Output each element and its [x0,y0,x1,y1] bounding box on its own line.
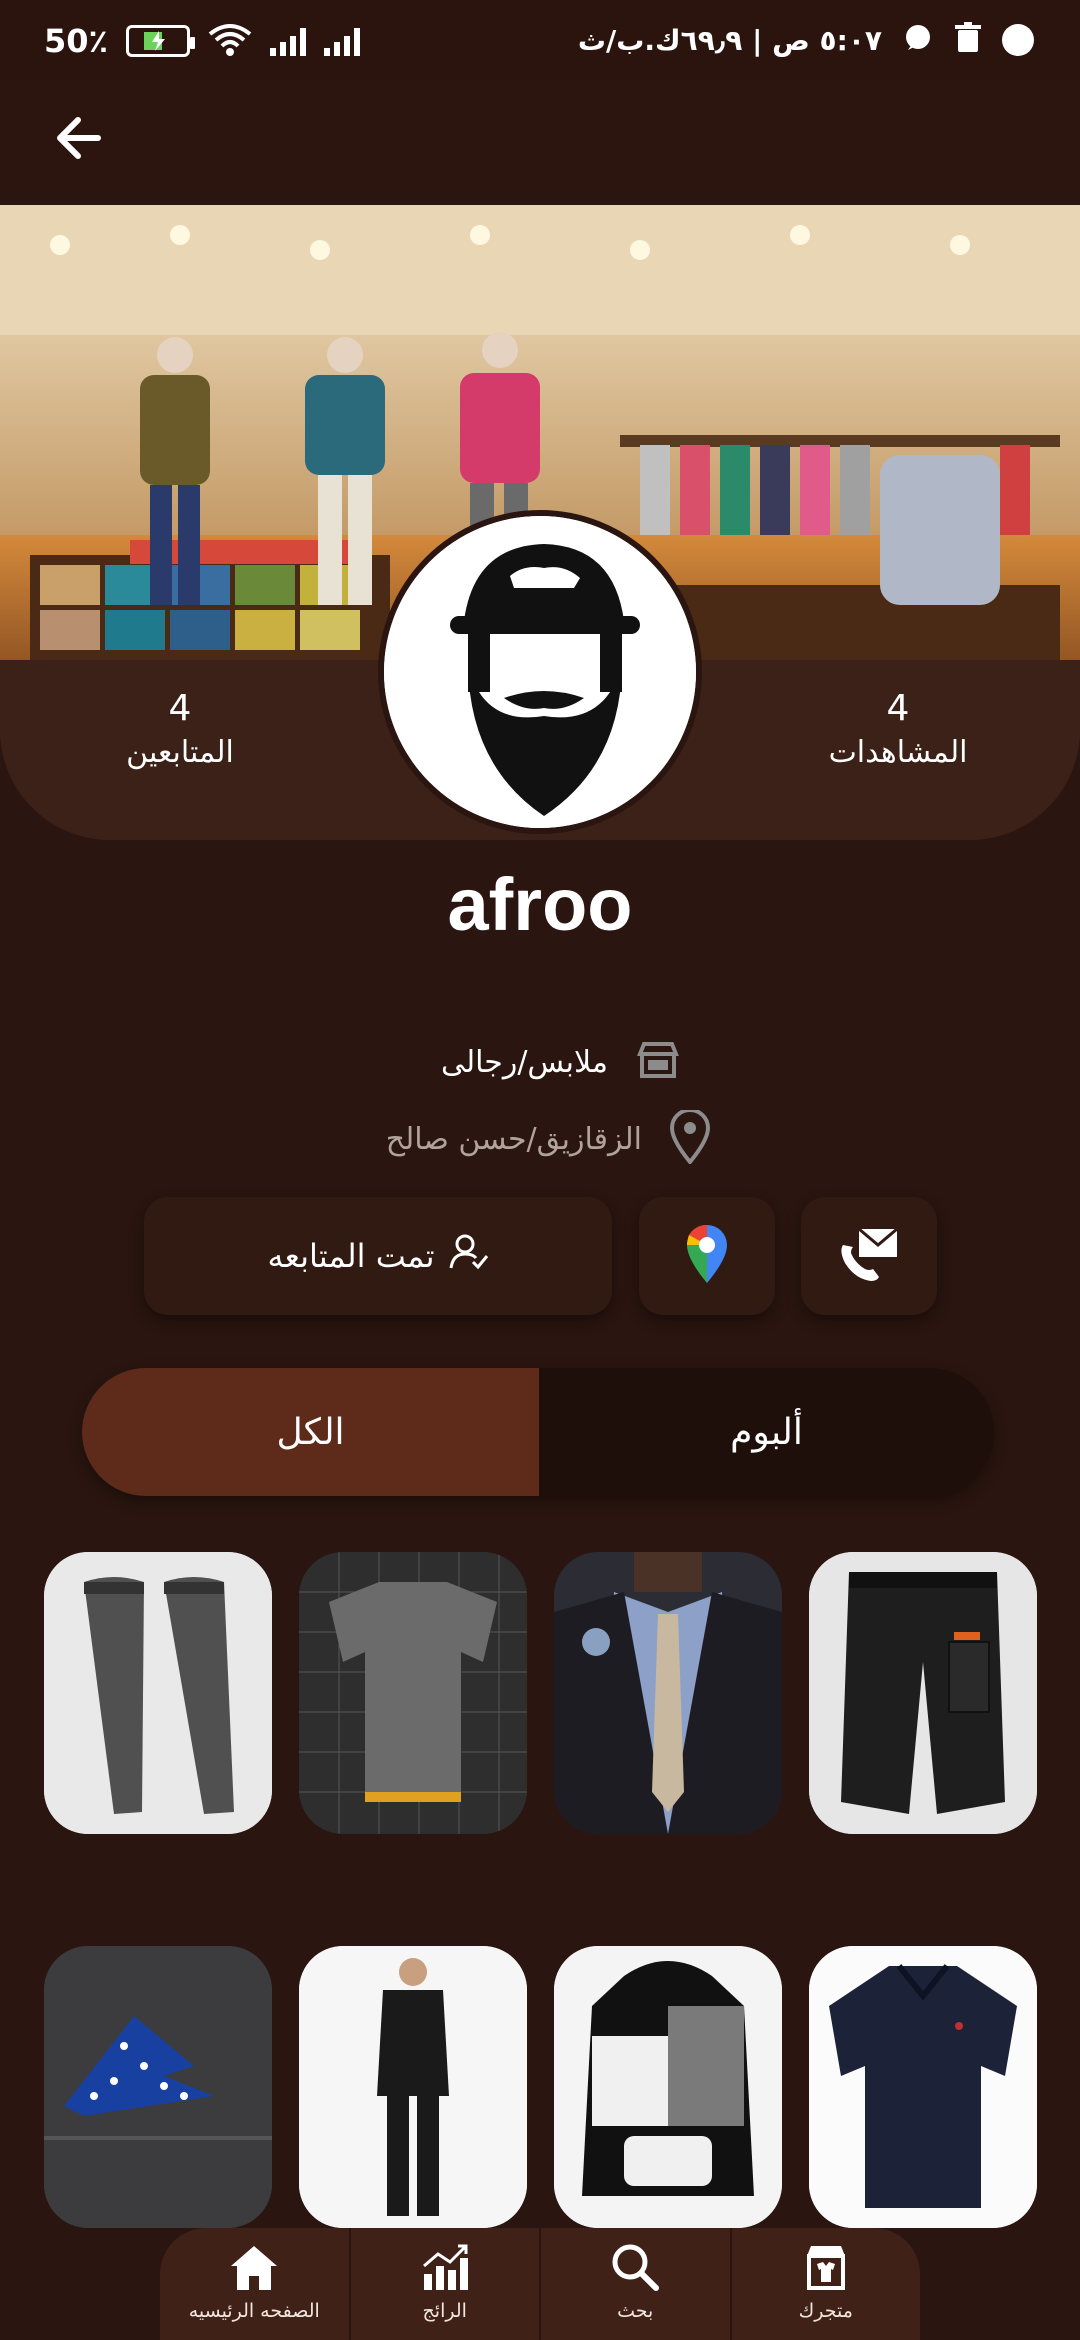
follow-button-label: تمت المتابعه [267,1237,435,1275]
followers-count: 4 [168,688,192,729]
store-icon [636,1040,680,1084]
home-icon [227,2242,281,2296]
store-name: afroo [447,863,633,946]
phone-mail-icon [837,1225,901,1287]
nav-search-label: بحث [617,2300,654,2322]
status-bar: 50٪ ٥:٠٧ ص | ٦٩٫٩ك.ب/ث [0,0,1080,80]
followers-label: المتابعين [126,735,234,770]
app-bar [0,80,1080,190]
nav-home-label: الصفحه الرئيسيه [188,2300,320,2322]
product-thumb-blue-pocket-square[interactable] [44,1946,272,2228]
signal-icon-2 [324,26,361,56]
product-thumb-grey-track-pants[interactable] [44,1552,272,1834]
store-icon [799,2242,853,2296]
google-maps-icon [683,1223,731,1289]
product-thumb-navy-polo-shirt[interactable] [809,1946,1037,2228]
status-right: ٥:٠٧ ص | ٦٩٫٩ك.ب/ث [578,22,1034,58]
location-text: الزقازيق/حسن صالح [385,1121,642,1157]
profile-avatar [378,510,702,834]
product-thumb-black-pajama-set[interactable] [299,1946,527,2228]
chat-notification-icon [902,22,934,58]
bottom-navigation: الصفحه الرئيسيه الرائج بحث متجرك [160,2228,920,2340]
product-thumb-suit-and-tie[interactable] [554,1552,782,1834]
follow-button[interactable]: تمت المتابعه [144,1197,612,1315]
tab-all[interactable]: الكل [82,1368,539,1496]
battery-percent: 50٪ [44,22,109,60]
nav-my-store-label: متجرك [798,2300,853,2322]
category-text: ملابس/رجالى [441,1044,608,1080]
nav-search[interactable]: بحث [541,2228,732,2340]
app-notification-icon [1002,24,1034,56]
status-left: 50٪ [44,22,361,60]
views-label: المشاهدات [828,735,968,770]
nav-home[interactable]: الصفحه الرئيسيه [160,2228,351,2340]
views-stat[interactable]: 4 المشاهدات [788,688,1008,770]
maps-button[interactable] [639,1197,775,1315]
location-pin-icon [669,1108,711,1168]
nav-my-store[interactable]: متجرك [732,2228,921,2340]
back-arrow-icon[interactable] [50,108,110,168]
product-thumb-black-white-hoodie[interactable] [554,1946,782,2228]
tab-album[interactable]: ألبوم [539,1368,994,1496]
location-row: الزقازيق/حسن صالح [385,1108,711,1168]
product-thumb-black-cargo-pants[interactable] [809,1552,1037,1834]
wifi-icon [208,22,252,60]
person-check-icon [449,1232,489,1280]
category-row: ملابس/رجالى [441,1040,680,1084]
tab-bar: الكل ألبوم [82,1368,994,1496]
followers-stat[interactable]: 4 المتابعين [70,688,290,770]
search-icon [608,2242,662,2296]
contact-button[interactable] [801,1197,937,1315]
product-thumb-grey-tshirt[interactable] [299,1552,527,1834]
nav-trending[interactable]: الرائج [351,2228,541,2340]
views-count: 4 [886,688,910,729]
clock-and-speed: ٥:٠٧ ص | ٦٩٫٩ك.ب/ث [577,23,882,57]
trash-notification-icon [954,22,982,58]
trending-icon [418,2242,472,2296]
nav-trending-label: الرائج [422,2300,467,2322]
battery-icon [126,25,196,57]
signal-icon [270,26,307,56]
